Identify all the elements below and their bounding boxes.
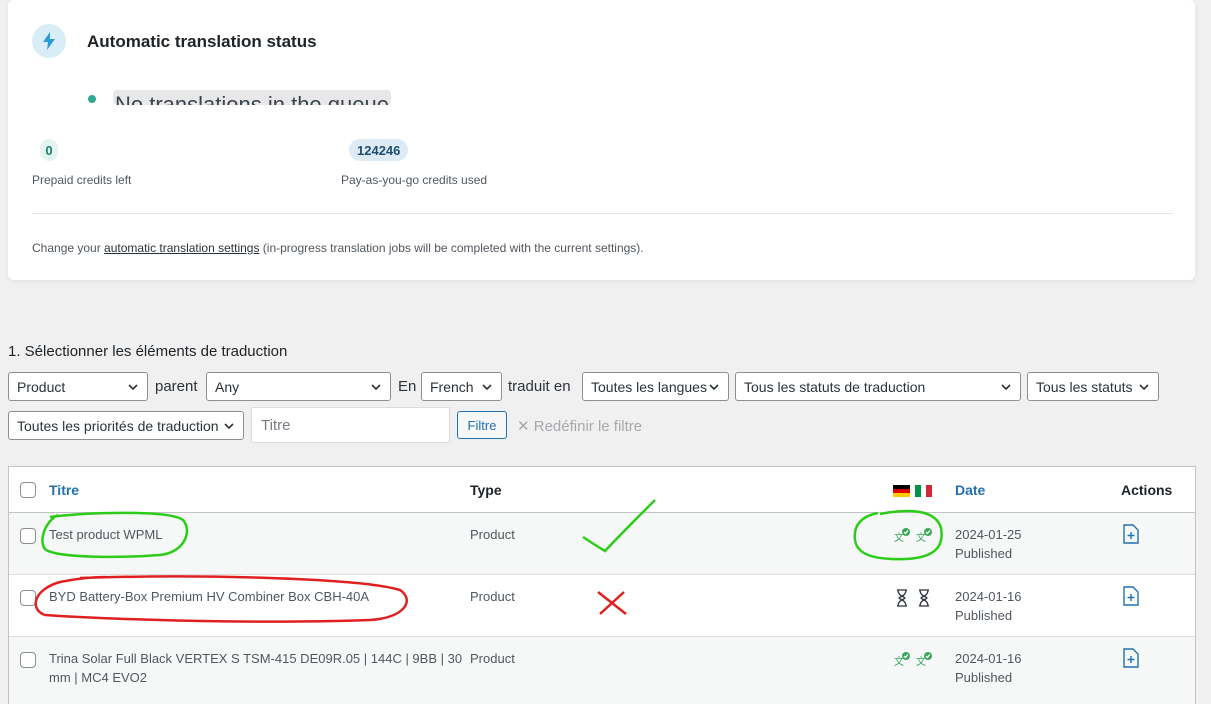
type-select[interactable]: Product bbox=[8, 372, 148, 401]
row-date: 2024-01-16 bbox=[955, 589, 1022, 604]
target-languages-select[interactable]: Toutes les langues bbox=[582, 372, 729, 401]
row-date: 2024-01-25 bbox=[955, 527, 1022, 542]
settings-note-prefix: Change your bbox=[32, 241, 105, 255]
column-date[interactable]: Date bbox=[955, 482, 985, 498]
automatic-translation-settings-link[interactable]: automatic translation settings bbox=[104, 241, 259, 255]
parent-select[interactable]: Any bbox=[206, 372, 391, 401]
priority-select[interactable]: Toutes les priorités de traduction bbox=[8, 411, 244, 440]
prepaid-credits-label: Prepaid credits left bbox=[32, 173, 132, 187]
type-select-value: Product bbox=[17, 378, 66, 395]
column-title[interactable]: Titre bbox=[49, 482, 79, 498]
translated-in-label: traduit en bbox=[508, 378, 571, 395]
chevron-down-icon bbox=[1139, 384, 1149, 391]
column-actions: Actions bbox=[1121, 482, 1173, 498]
add-translation-job-icon[interactable] bbox=[1123, 648, 1139, 668]
parent-select-value: Any bbox=[215, 378, 240, 395]
translated-status-icon[interactable]: 文 bbox=[893, 651, 911, 669]
parent-label: parent bbox=[155, 378, 198, 395]
row-status: Published bbox=[955, 670, 1013, 685]
reset-filter-label: Redéfinir le filtre bbox=[533, 418, 643, 435]
chevron-down-icon bbox=[128, 384, 138, 391]
chevron-down-icon bbox=[709, 384, 719, 391]
target-languages-value: Toutes les langues bbox=[591, 378, 707, 395]
priority-select-value: Toutes les priorités de traduction bbox=[17, 417, 219, 434]
hourglass-icon[interactable] bbox=[894, 589, 912, 607]
add-translation-job-icon[interactable] bbox=[1123, 524, 1139, 544]
settings-note-suffix: (in-progress translation jobs will be co… bbox=[259, 241, 644, 255]
chevron-down-icon bbox=[482, 384, 492, 391]
row-status: Published bbox=[955, 546, 1013, 561]
queue-status-text: No translations in the queue bbox=[113, 90, 391, 105]
row-type: Product bbox=[470, 651, 515, 666]
section-title: 1. Sélectionner les éléments de traducti… bbox=[8, 343, 288, 360]
card-title: Automatic translation status bbox=[87, 32, 317, 51]
row-date: 2024-01-16 bbox=[955, 651, 1022, 666]
auto-translation-status-card: Automatic translation status No translat… bbox=[8, 0, 1195, 280]
source-language-value: French bbox=[430, 378, 474, 395]
table-row: Test product WPML Product 文 文 2024-01-25… bbox=[9, 513, 1195, 575]
row-title-line-2[interactable]: mm | MC4 EVO2 bbox=[49, 668, 147, 687]
row-status: Published bbox=[955, 608, 1013, 623]
italian-flag-icon bbox=[915, 485, 932, 497]
select-all-checkbox[interactable] bbox=[20, 482, 36, 498]
translation-status-value: Tous les statuts de traduction bbox=[744, 378, 926, 395]
card-divider bbox=[32, 213, 1173, 214]
row-checkbox[interactable] bbox=[20, 590, 36, 606]
source-language-select[interactable]: French bbox=[421, 372, 502, 401]
add-translation-job-icon[interactable] bbox=[1123, 586, 1139, 606]
chevron-down-icon bbox=[371, 384, 381, 391]
row-type: Product bbox=[470, 527, 515, 542]
row-title[interactable]: Test product WPML bbox=[49, 525, 162, 544]
filter-button[interactable]: Filtre bbox=[457, 411, 507, 439]
en-label: En bbox=[398, 378, 417, 395]
post-status-select[interactable]: Tous les statuts bbox=[1027, 372, 1159, 401]
lightning-icon bbox=[32, 24, 66, 58]
table-row: BYD Battery-Box Premium HV Combiner Box … bbox=[9, 575, 1195, 637]
row-type: Product bbox=[470, 589, 515, 604]
settings-note: Change your automatic translation settin… bbox=[32, 241, 644, 255]
column-type: Type bbox=[470, 482, 502, 498]
translated-status-icon[interactable]: 文 bbox=[915, 527, 933, 545]
translated-status-icon[interactable]: 文 bbox=[915, 651, 933, 669]
table-row: Trina Solar Full Black VERTEX S TSM-415 … bbox=[9, 637, 1195, 704]
row-checkbox[interactable] bbox=[20, 652, 36, 668]
payg-credits-label: Pay-as-you-go credits used bbox=[341, 173, 488, 187]
row-checkbox[interactable] bbox=[20, 528, 36, 544]
payg-credits-badge: 124246 bbox=[349, 139, 409, 161]
close-icon: ✕ bbox=[517, 418, 530, 435]
post-status-value: Tous les statuts bbox=[1036, 378, 1133, 395]
reset-filter-link[interactable]: ✕ Redéfinir le filtre bbox=[517, 417, 642, 435]
title-search-input[interactable]: Titre bbox=[251, 407, 450, 443]
translated-status-icon[interactable]: 文 bbox=[893, 527, 911, 545]
queue-bullet bbox=[88, 95, 96, 103]
prepaid-credits-badge: 0 bbox=[40, 139, 58, 161]
row-title[interactable]: BYD Battery-Box Premium HV Combiner Box … bbox=[49, 587, 369, 606]
chevron-down-icon bbox=[224, 423, 234, 430]
table-header: Titre Type Date Actions bbox=[9, 467, 1195, 513]
chevron-down-icon bbox=[1001, 384, 1011, 391]
hourglass-icon[interactable] bbox=[916, 589, 934, 607]
german-flag-icon bbox=[893, 485, 910, 497]
translation-status-select[interactable]: Tous les statuts de traduction bbox=[735, 372, 1021, 401]
row-title-line-1[interactable]: Trina Solar Full Black VERTEX S TSM-415 … bbox=[49, 649, 462, 668]
translation-items-table: Titre Type Date Actions Test product WPM… bbox=[8, 466, 1196, 704]
